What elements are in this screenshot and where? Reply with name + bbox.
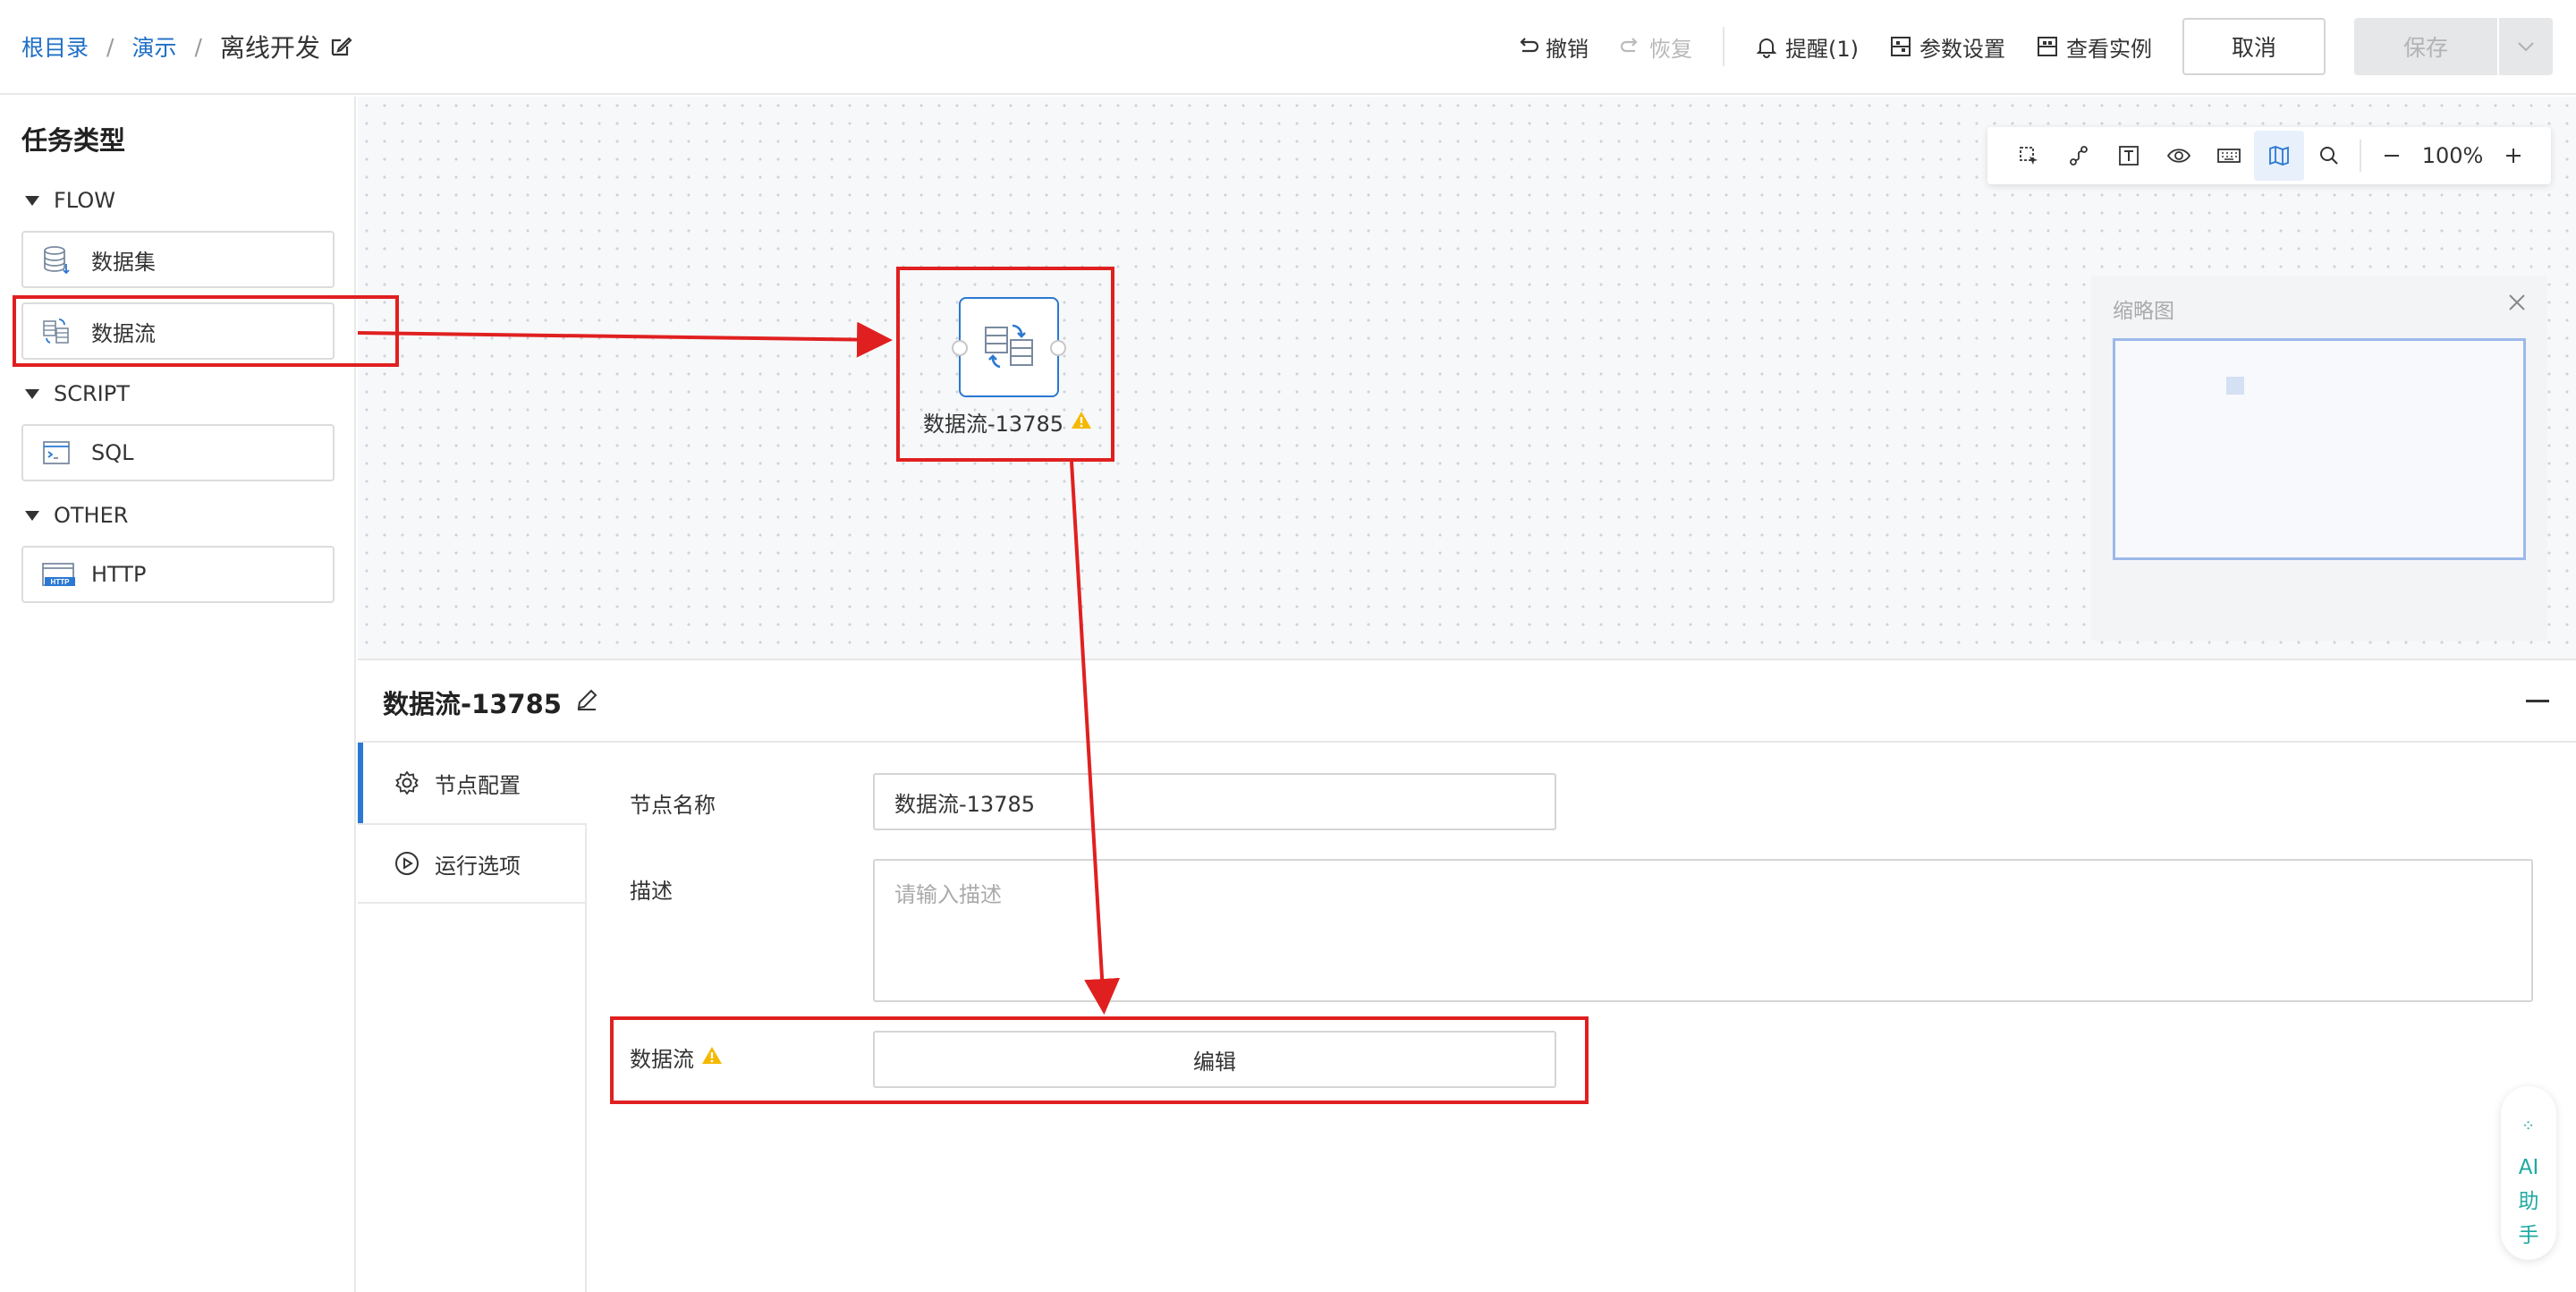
cancel-button[interactable]: 取消 bbox=[2182, 18, 2326, 75]
zoom-out-icon[interactable] bbox=[2367, 131, 2417, 181]
task-item-http[interactable]: HTTP HTTP bbox=[21, 546, 335, 603]
config-tabs: 节点配置 运行选项 bbox=[358, 743, 587, 1292]
task-item-label: SQL bbox=[91, 440, 134, 465]
instances-icon bbox=[2036, 35, 2059, 58]
database-icon bbox=[41, 244, 72, 275]
chevron-down-icon[interactable] bbox=[2499, 40, 2553, 53]
task-item-label: HTTP bbox=[91, 562, 147, 587]
group-header-other[interactable]: OTHER bbox=[25, 503, 128, 528]
remind-button[interactable]: 提醒(1) bbox=[1755, 31, 1859, 63]
redo-button[interactable]: 恢复 bbox=[1619, 31, 1692, 63]
header-toolbar: 撤销 恢复 提醒(1) 参数设置 查看实例 取消 保存 bbox=[1485, 18, 2553, 75]
ai-label-line: 助 bbox=[2518, 1190, 2539, 1213]
keyboard-icon[interactable] bbox=[2204, 131, 2254, 181]
group-label: FLOW bbox=[54, 188, 115, 213]
remind-label: 提醒(1) bbox=[1785, 36, 1859, 62]
minimap-node bbox=[2226, 377, 2244, 395]
panel-title: 数据流-13785 bbox=[383, 684, 599, 721]
node-config-panel: 数据流-13785 节点配置 运行选项 节点名称 数据流-13785 描述 数据… bbox=[358, 662, 2576, 1292]
save-button[interactable]: 保存 bbox=[2354, 18, 2553, 75]
annotation-box-field bbox=[610, 1016, 1589, 1104]
breadcrumb-current: 离线开发 bbox=[219, 33, 320, 63]
group-header-script[interactable]: SCRIPT bbox=[25, 381, 130, 406]
breadcrumb: 根目录 / 演示 / 离线开发 bbox=[21, 27, 352, 66]
tab-run-options[interactable]: 运行选项 bbox=[358, 823, 587, 904]
save-label: 保存 bbox=[2402, 35, 2448, 61]
play-circle-icon bbox=[394, 850, 420, 877]
annotation-box-node bbox=[896, 267, 1114, 462]
zoom-in-icon[interactable] bbox=[2488, 131, 2538, 181]
bell-icon bbox=[1755, 35, 1778, 58]
minimap: 缩略图 bbox=[2091, 276, 2547, 641]
grid-dots-icon: ⁘ bbox=[2521, 1117, 2537, 1135]
canvas-toolbar: 100% bbox=[1987, 127, 2551, 184]
text-icon[interactable] bbox=[2104, 131, 2154, 181]
toolbar-divider bbox=[2360, 140, 2361, 172]
breadcrumb-root[interactable]: 根目录 bbox=[21, 30, 89, 63]
minimize-icon[interactable] bbox=[2526, 700, 2549, 702]
toolbar-divider bbox=[1723, 27, 1724, 66]
workflow-canvas[interactable]: 100% 数据流-13785 缩略图 bbox=[358, 97, 2576, 660]
panel-title-text: 数据流-13785 bbox=[383, 689, 562, 719]
edit-title-icon[interactable] bbox=[329, 35, 352, 58]
zoom-level: 100% bbox=[2421, 143, 2484, 168]
group-header-flow[interactable]: FLOW bbox=[25, 188, 115, 213]
http-icon: HTTP bbox=[41, 559, 75, 590]
ai-label-line: AI bbox=[2518, 1156, 2539, 1179]
undo-button[interactable]: 撤销 bbox=[1515, 31, 1589, 63]
undo-icon bbox=[1515, 35, 1539, 58]
minimap-viewport[interactable] bbox=[2113, 338, 2526, 560]
gear-icon bbox=[394, 769, 420, 796]
node-name-input[interactable]: 数据流-13785 bbox=[873, 773, 1556, 830]
svg-text:HTTP: HTTP bbox=[51, 578, 71, 586]
breadcrumb-separator: / bbox=[106, 33, 114, 60]
task-type-sidebar: 任务类型 FLOW 数据集 数据流 SCRIPT SQL OTHER HTTP … bbox=[0, 97, 356, 1292]
tab-label: 节点配置 bbox=[435, 772, 521, 798]
caret-down-icon bbox=[25, 195, 39, 206]
sidebar-title: 任务类型 bbox=[21, 125, 126, 156]
select-area-icon[interactable] bbox=[2004, 131, 2054, 181]
edit-icon[interactable] bbox=[574, 687, 599, 718]
minimap-title: 缩略图 bbox=[2113, 300, 2174, 323]
task-item-sql[interactable]: SQL bbox=[21, 424, 335, 481]
caret-down-icon bbox=[25, 388, 39, 399]
annotation-box-sidebar bbox=[13, 295, 399, 367]
instances-button[interactable]: 查看实例 bbox=[2036, 31, 2152, 63]
ai-label-line: 手 bbox=[2518, 1224, 2539, 1247]
instances-label: 查看实例 bbox=[2066, 36, 2152, 62]
tab-label: 运行选项 bbox=[435, 853, 521, 879]
undo-label: 撤销 bbox=[1546, 36, 1589, 62]
breadcrumb-separator: / bbox=[194, 33, 202, 60]
node-name-label: 节点名称 bbox=[630, 793, 716, 818]
params-button[interactable]: 参数设置 bbox=[1889, 31, 2005, 63]
terminal-icon bbox=[41, 438, 72, 468]
description-textarea[interactable] bbox=[873, 859, 2533, 1002]
task-item-label: 数据集 bbox=[91, 249, 156, 275]
params-label: 参数设置 bbox=[1919, 36, 2005, 62]
search-icon[interactable] bbox=[2304, 131, 2354, 181]
tab-node-config[interactable]: 节点配置 bbox=[358, 743, 587, 823]
divider bbox=[358, 741, 2576, 743]
settings-panel-icon bbox=[1889, 35, 1912, 58]
map-icon[interactable] bbox=[2254, 131, 2304, 181]
close-icon[interactable] bbox=[2506, 292, 2528, 317]
redo-label: 恢复 bbox=[1649, 36, 1692, 62]
task-item-dataset[interactable]: 数据集 bbox=[21, 231, 335, 288]
connect-icon[interactable] bbox=[2054, 131, 2104, 181]
ai-assistant-button[interactable]: ⁘ AI 助 手 bbox=[2501, 1086, 2556, 1260]
group-label: OTHER bbox=[54, 503, 129, 528]
top-header: 根目录 / 演示 / 离线开发 撤销 恢复 提醒(1) 参数设置 查看实例 取消… bbox=[0, 0, 2576, 95]
description-label: 描述 bbox=[630, 879, 673, 904]
breadcrumb-demo[interactable]: 演示 bbox=[131, 30, 176, 63]
group-label: SCRIPT bbox=[54, 381, 130, 406]
caret-down-icon bbox=[25, 510, 39, 521]
eye-icon[interactable] bbox=[2154, 131, 2204, 181]
redo-icon bbox=[1619, 35, 1642, 58]
